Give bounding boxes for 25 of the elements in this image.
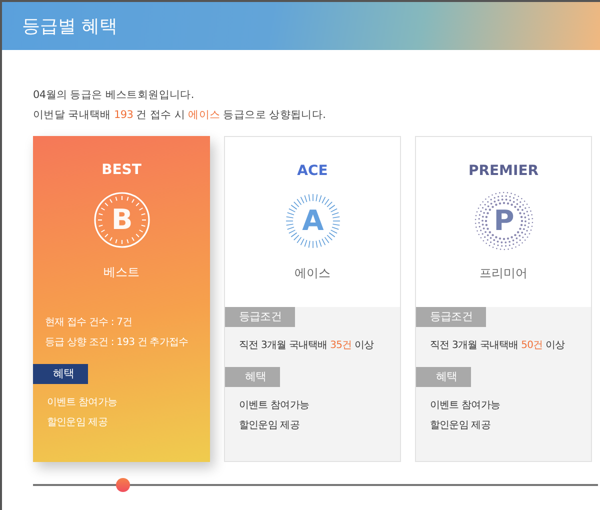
- condition-label: 등급조건: [225, 307, 296, 327]
- condition-label: 등급조건: [416, 307, 486, 327]
- benefit-text: 이벤트 참여가능: [47, 396, 117, 410]
- upgrade-notice: 이번달 국내택배 193 건 접수 시 에이스 등급으로 상향됩니다.: [33, 108, 327, 122]
- grade-name: 베스트: [104, 264, 140, 281]
- benefit-text: 이벤트 참여가능: [430, 399, 500, 413]
- grade-name: 에이스: [294, 265, 330, 282]
- status-text: 등급 상향 조건 : 193 건 추가접수: [45, 336, 188, 350]
- status-text: 현재 접수 건수 : 7건: [45, 316, 134, 330]
- grade-notice: 04월의 등급은 베스트회원입니다.: [33, 88, 195, 102]
- benefit-label: 혜택: [33, 364, 88, 384]
- grade-emblem-icon: B: [92, 190, 152, 250]
- grade-title: PREMIER: [468, 163, 539, 179]
- benefit-text: 할인운임 제공: [47, 416, 108, 430]
- condition-text: 직전 3개월 국내택배 50건 이상: [430, 339, 565, 353]
- grade-name: 프리미어: [480, 265, 528, 282]
- benefit-label: 혜택: [416, 367, 472, 387]
- benefit-text: 할인운임 제공: [239, 419, 300, 433]
- benefit-text: 할인운임 제공: [430, 419, 492, 433]
- benefit-label: 혜택: [225, 367, 280, 387]
- page-title: 등급별 혜택: [22, 15, 118, 38]
- grade-title: BEST: [102, 162, 142, 178]
- benefit-text: 이벤트 참여가능: [239, 399, 309, 413]
- condition-text: 직전 3개월 국내택배 35건 이상: [239, 339, 374, 353]
- grade-title: ACE: [297, 163, 328, 179]
